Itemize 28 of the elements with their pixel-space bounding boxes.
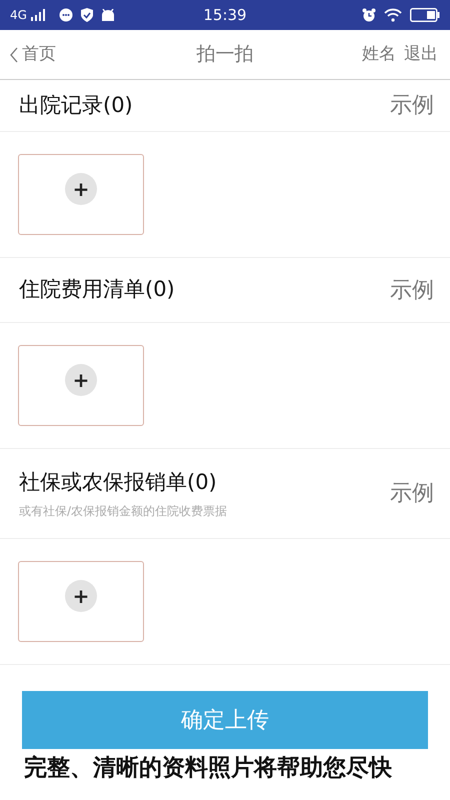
- section-hint: 或有社保/农保报销金额的住院收费票据: [19, 503, 228, 520]
- section-title: 出院记录(0): [19, 92, 133, 119]
- user-name: 姓名: [362, 42, 396, 66]
- section-title: 住院费用清单(0): [19, 276, 175, 304]
- chevron-left-icon: [10, 46, 18, 62]
- upload-slot[interactable]: +: [18, 345, 144, 426]
- network-label: 4G: [10, 7, 27, 24]
- example-link[interactable]: 示例: [390, 477, 434, 510]
- upload-slot[interactable]: +: [18, 561, 144, 642]
- chat-icon: [58, 8, 73, 22]
- android-icon: [100, 9, 115, 21]
- add-photo-button[interactable]: +: [65, 580, 97, 612]
- wifi-icon: [384, 8, 402, 22]
- shield-icon: [80, 8, 93, 22]
- add-photo-button[interactable]: +: [65, 364, 97, 396]
- signal-icon: [30, 9, 47, 21]
- upload-slot[interactable]: +: [18, 154, 144, 235]
- alarm-icon: [362, 8, 376, 22]
- battery-icon: [410, 8, 440, 22]
- add-photo-button[interactable]: +: [65, 173, 97, 205]
- example-link[interactable]: 示例: [390, 274, 434, 306]
- back-link[interactable]: 首页: [10, 42, 56, 68]
- logout-link[interactable]: 退出: [404, 42, 438, 68]
- clock-time: 15:39: [203, 6, 247, 24]
- notice-text: 完整、清晰的资料照片将帮助您尽快: [24, 755, 393, 782]
- page-title: 拍一拍: [196, 43, 254, 66]
- section-title: 社保或农保报销单(0): [19, 468, 218, 496]
- example-link[interactable]: 示例: [390, 89, 434, 122]
